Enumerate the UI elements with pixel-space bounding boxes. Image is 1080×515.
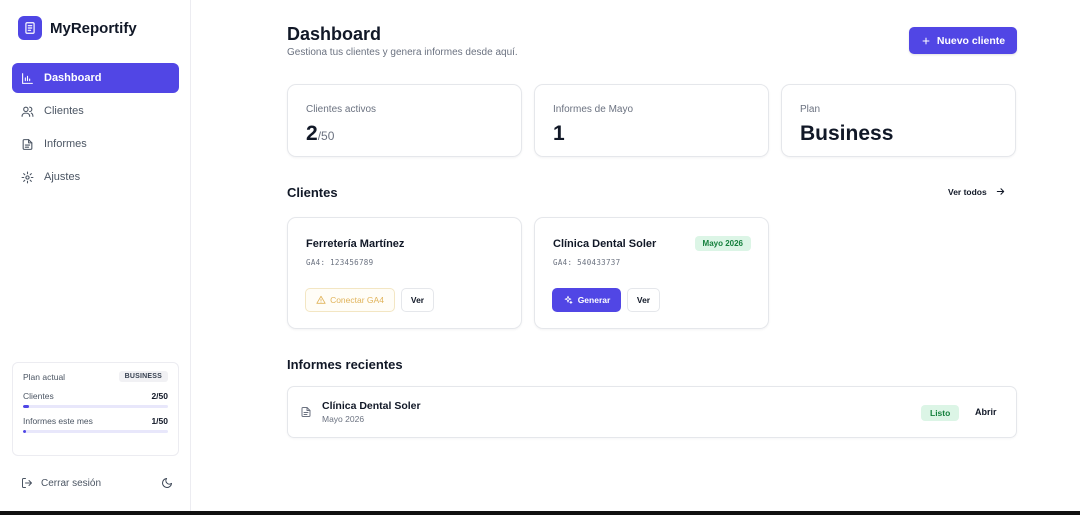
client-name: Ferretería Martínez: [306, 238, 405, 250]
open-report-button[interactable]: Abrir: [975, 407, 997, 417]
client-card: Clínica Dental Soler GA4: 540433737 Mayo…: [534, 217, 769, 329]
plan-badge: BUSINESS: [118, 371, 168, 382]
sidebar-item-label: Ajustes: [44, 171, 81, 183]
logout-label: Cerrar sesión: [41, 477, 102, 489]
sidebar-item-label: Dashboard: [44, 72, 102, 84]
screen-bottom-edge: [0, 511, 1080, 515]
file-text-icon: [301, 407, 311, 417]
client-card: Ferretería Martínez GA4: 123456789 Conec…: [287, 217, 522, 329]
stat-value: Business: [800, 122, 894, 145]
connect-ga4-label: Conectar GA4: [330, 295, 384, 305]
bar-chart-icon: [22, 72, 33, 84]
gear-icon: [21, 171, 34, 183]
reports-usage-label: Informes este mes: [23, 416, 93, 426]
recent-reports-title: Informes recientes: [287, 357, 403, 372]
clients-usage-label: Clientes: [23, 391, 54, 401]
sidebar-item-dashboard[interactable]: Dashboard: [12, 63, 179, 93]
app-name: MyReportify: [50, 19, 137, 37]
client-ga4-id: GA4: 540433737: [553, 258, 621, 267]
page-title: Dashboard: [287, 24, 382, 44]
sidebar: MyReportify Dashboard Clientes Informes …: [0, 0, 191, 511]
warning-icon: [316, 295, 326, 304]
logout-button[interactable]: Cerrar sesión: [21, 477, 101, 489]
view-client-button[interactable]: Ver: [627, 288, 660, 312]
users-icon: [21, 106, 34, 117]
stat-label: Plan: [800, 104, 821, 115]
client-actions: Conectar GA4 Ver: [305, 288, 434, 312]
report-row[interactable]: Clínica Dental Soler Mayo 2026 Listo Abr…: [287, 386, 1017, 438]
sidebar-item-informes[interactable]: Informes: [12, 129, 179, 159]
page-subtitle: Gestiona tus clientes y genera informes …: [287, 47, 518, 58]
new-client-button[interactable]: Nuevo cliente: [909, 27, 1017, 54]
see-all-link[interactable]: Ver todos: [948, 186, 1006, 197]
clients-section-title: Clientes: [287, 185, 338, 200]
stat-value: 1: [553, 122, 565, 145]
report-date: Mayo 2026: [322, 414, 365, 424]
stat-label: Clientes activos: [306, 104, 377, 115]
stat-active-clients: Clientes activos 2/50: [287, 84, 522, 157]
view-client-button[interactable]: Ver: [401, 288, 434, 312]
sidebar-item-label: Clientes: [44, 105, 84, 117]
logout-row: Cerrar sesión: [21, 477, 173, 489]
logout-icon: [22, 478, 32, 488]
plan-label: Plan actual: [23, 371, 66, 382]
generate-label: Generar: [577, 295, 611, 305]
stat-label: Informes de Mayo: [553, 104, 634, 115]
sidebar-item-ajustes[interactable]: Ajustes: [12, 162, 179, 192]
report-logo-icon: [18, 16, 42, 40]
sparkles-icon: [564, 295, 573, 304]
stat-value: 2/50: [306, 122, 503, 146]
reports-usage-value: 1/50: [151, 416, 168, 426]
brand[interactable]: MyReportify: [18, 16, 137, 40]
stat-plan: Plan Business: [781, 84, 1016, 157]
new-client-label: Nuevo cliente: [936, 34, 1006, 47]
reports-progress-fill: [23, 430, 26, 433]
plan-usage-card: Plan actual BUSINESS Clientes 2/50 Infor…: [12, 362, 179, 456]
clients-progress-fill: [23, 405, 29, 408]
sidebar-item-label: Informes: [44, 138, 87, 150]
moon-icon[interactable]: [161, 477, 173, 489]
app-window: MyReportify Dashboard Clientes Informes …: [0, 0, 1080, 511]
active-clients-count: 2: [306, 122, 318, 145]
sidebar-nav: Dashboard Clientes Informes Ajustes: [12, 63, 179, 195]
active-clients-max: /50: [317, 129, 335, 143]
report-info: Clínica Dental Soler Mayo 2026: [322, 400, 421, 424]
sidebar-item-clientes[interactable]: Clientes: [12, 96, 179, 126]
file-text-icon: [22, 138, 33, 150]
client-actions: Generar Ver: [552, 288, 660, 312]
stat-monthly-reports: Informes de Mayo 1: [534, 84, 769, 157]
plus-icon: [922, 37, 930, 44]
arrow-right-icon: [996, 188, 1004, 195]
clients-usage-value: 2/50: [151, 391, 168, 401]
generate-report-button[interactable]: Generar: [552, 288, 621, 312]
client-ga4-id: GA4: 123456789: [306, 258, 374, 267]
connect-ga4-button[interactable]: Conectar GA4: [305, 288, 395, 312]
report-month-badge: Mayo 2026: [694, 236, 751, 251]
status-badge: Listo: [921, 405, 960, 421]
clients-progress-bar: [23, 405, 168, 408]
report-client-name: Clínica Dental Soler: [322, 400, 421, 412]
main-content: Dashboard Gestiona tus clientes y genera…: [191, 0, 1080, 511]
see-all-label: Ver todos: [948, 186, 987, 197]
reports-progress-bar: [23, 430, 168, 433]
